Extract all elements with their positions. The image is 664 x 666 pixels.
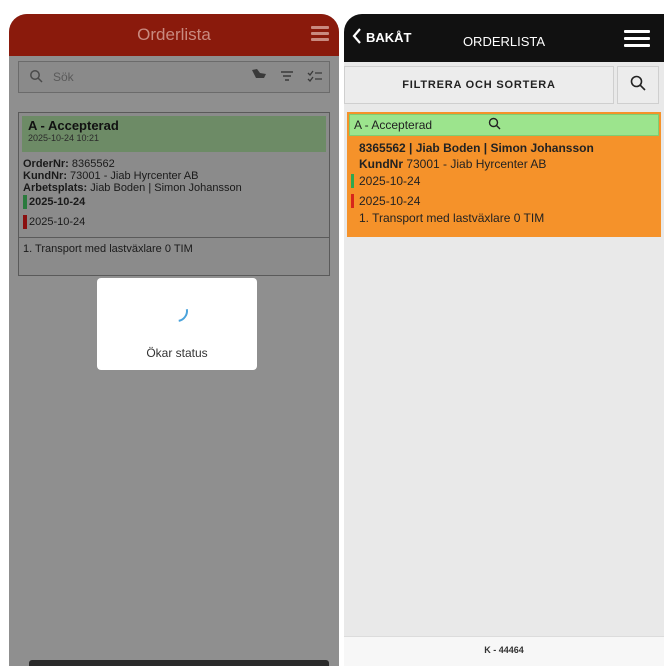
right-header: BAKÅT ORDERLISTA [344,14,664,62]
ordernr-label: OrderNr: [23,158,69,170]
arbetsplats-value: Jiab Boden | Simon Johansson [87,182,242,194]
kundnr-row: KundNr 73001 - Jiab Hyrcenter AB [347,157,661,171]
search-button[interactable] [617,66,659,104]
status-header: A - Accepterad [349,114,659,136]
start-date-marker [351,174,354,188]
right-page-title: ORDERLISTA [462,34,546,49]
arbetsplats-label: Arbetsplats: [23,182,88,194]
status-label: A - Accepterad [28,118,119,133]
kundnr-value: 73001 - Jiab Hyrcenter AB [67,170,199,182]
left-order-card[interactable]: A - Accepterad 2025-10-24 10:21 OrderNr:… [18,112,330,276]
menu-icon[interactable] [311,26,329,42]
ordernr-value: 8365562 [68,158,115,170]
start-date: 2025-10-24 [359,174,421,188]
end-date: 2025-10-24 [359,194,421,208]
start-date-marker [23,195,27,210]
left-search-bar[interactable]: Sök [18,61,330,93]
status-header: A - Accepterad 2025-10-24 10:21 [22,116,326,152]
order-card[interactable]: A - Accepterad 8365562 | Jiab Boden | Si… [347,112,661,237]
kundnr-label: KundNr [359,157,403,171]
search-icon[interactable] [488,117,501,133]
checklist-icon[interactable] [301,69,329,86]
kundnr-label: KundNr: [23,170,67,182]
spinner-icon [161,295,193,327]
kundnr-row: KundNr: 73001 - Jiab Hyrcenter AB [19,170,329,182]
kundnr-value: 73001 - Jiab Hyrcenter AB [403,157,547,171]
start-date-row: 2025-10-24 [19,195,329,210]
menu-icon[interactable] [624,30,650,48]
end-date-marker [23,215,27,230]
line-item: 1. Transport med lastväxlare 0 TIM [359,211,545,225]
start-date: 2025-10-24 [29,196,86,208]
end-date: 2025-10-24 [29,216,86,229]
footer-id: K - 44464 [344,636,664,666]
search-input[interactable]: Sök [53,70,245,84]
filter-sort-button[interactable]: FILTRERA OCH SORTERA [344,66,614,104]
end-date-row: 2025-10-24 [347,194,661,208]
footer-label: K - 44464 [484,645,524,655]
left-phone-screen: Orderlista Sök A - Accepterad 2025-10-24… [9,14,339,666]
right-phone-screen: BAKÅT ORDERLISTA FILTRERA OCH SORTERA A … [344,14,664,666]
status-timestamp: 2025-10-24 10:21 [28,133,100,143]
loading-modal: Ökar status [97,278,257,370]
end-date-marker [351,194,354,208]
search-icon [630,75,646,96]
left-header: Orderlista [9,14,339,56]
modal-label: Ökar status [146,346,208,360]
line-item: 1. Transport med lastväxlare 0 TIM [19,237,329,255]
search-icon [29,69,47,86]
filter-icon[interactable] [273,69,301,86]
order-summary: 8365562 | Jiab Boden | Simon Johansson [359,141,594,155]
left-page-title: Orderlista [137,25,211,44]
hand-icon[interactable] [245,68,273,86]
end-date-row: 2025-10-24 [19,215,329,230]
start-date-row: 2025-10-24 [347,174,661,188]
status-label: A - Accepterad [354,118,433,132]
ordernr-row: OrderNr: 8365562 [19,158,329,170]
arbetsplats-row: Arbetsplats: Jiab Boden | Simon Johansso… [19,182,329,194]
left-bottom-bar [29,660,329,666]
